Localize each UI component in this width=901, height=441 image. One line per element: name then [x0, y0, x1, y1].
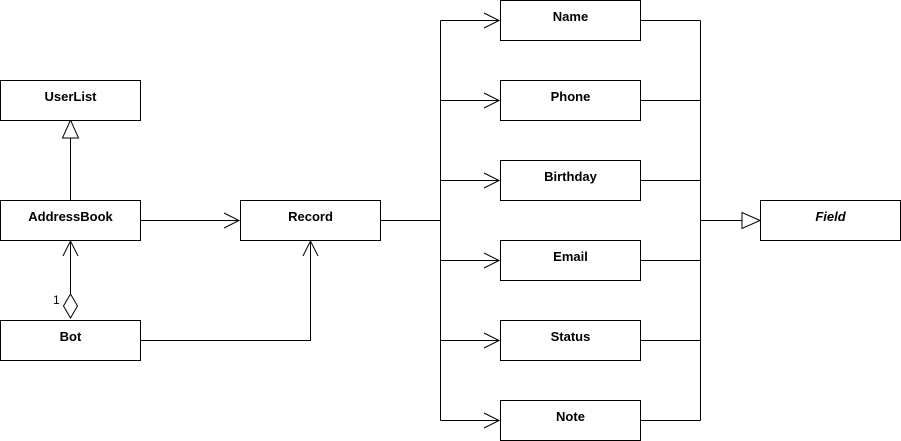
class-name-label: Phone — [551, 89, 591, 104]
class-box-userlist[interactable]: UserList — [0, 80, 141, 121]
class-box-phone[interactable]: Phone — [500, 80, 641, 121]
edge-addressbook-userlist — [61, 118, 80, 200]
uml-class-diagram: 1 UserList AddressBook Bot Record Name P… — [0, 0, 901, 441]
class-name-label: Email — [553, 249, 588, 264]
class-box-status[interactable]: Status — [500, 320, 641, 361]
aggregation-diamond — [62, 293, 79, 319]
class-box-name[interactable]: Name — [500, 0, 641, 41]
class-name-label: Note — [556, 409, 585, 424]
class-name-label: Name — [553, 9, 588, 24]
edge-record-fields-bus — [380, 12, 501, 429]
class-box-record[interactable]: Record — [240, 200, 381, 241]
class-box-field[interactable]: Field — [760, 200, 901, 241]
class-name-label: Record — [288, 209, 333, 224]
abstract-class-name-label: Field — [815, 209, 846, 224]
edge-addressbook-record — [140, 212, 241, 229]
class-box-email[interactable]: Email — [500, 240, 641, 281]
class-name-label: UserList — [44, 89, 97, 104]
class-box-addressbook[interactable]: AddressBook — [0, 200, 141, 241]
class-name-label: AddressBook — [28, 209, 113, 224]
inheritance-arrowhead — [741, 211, 762, 230]
edge-bot-record — [140, 239, 319, 341]
class-name-label: Birthday — [544, 169, 598, 184]
class-box-bot[interactable]: Bot — [0, 320, 141, 361]
class-name-label: Status — [551, 329, 591, 344]
class-name-label: Bot — [60, 329, 82, 344]
inheritance-arrowhead — [61, 118, 80, 139]
edge-bot-addressbook: 1 — [53, 239, 79, 319]
class-box-note[interactable]: Note — [500, 400, 641, 441]
multiplicity-label: 1 — [53, 293, 60, 307]
edge-fields-field-bus — [640, 20, 762, 421]
class-box-birthday[interactable]: Birthday — [500, 160, 641, 201]
